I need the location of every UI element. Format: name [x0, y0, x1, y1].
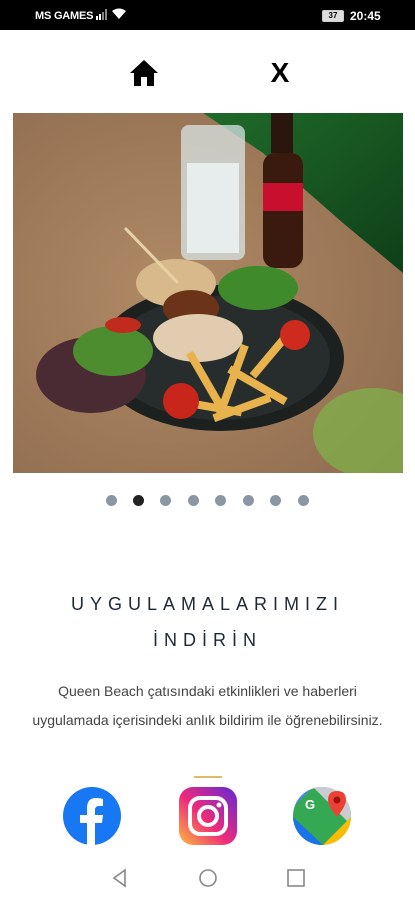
android-nav-bar [0, 860, 415, 900]
signal-icon [96, 9, 107, 20]
svg-text:G: G [305, 797, 315, 812]
google-maps-button[interactable]: G [293, 787, 351, 845]
carrier-name: MS GAMES [35, 10, 94, 22]
slider-dot-active[interactable] [133, 495, 144, 506]
recents-button[interactable] [284, 866, 308, 890]
instagram-button[interactable] [179, 787, 237, 845]
facebook-icon [63, 787, 121, 845]
home-icon [130, 60, 158, 86]
home-nav-button[interactable] [196, 866, 220, 890]
close-button[interactable]: X [262, 56, 298, 90]
facebook-button[interactable] [63, 787, 121, 845]
battery-icon: 37 [322, 10, 344, 22]
home-button[interactable] [128, 58, 160, 88]
back-button[interactable] [108, 866, 132, 890]
clock: 20:45 [350, 9, 381, 23]
slider-dot[interactable] [106, 495, 117, 506]
wifi-icon [112, 8, 126, 19]
square-recents-icon [287, 869, 305, 887]
slider-dot[interactable] [243, 495, 254, 506]
status-bar: MS GAMES 37 20:45 [0, 0, 415, 30]
slider-dot[interactable] [215, 495, 226, 506]
google-maps-icon: G [293, 787, 351, 845]
instagram-icon [179, 787, 237, 845]
food-photo [13, 113, 403, 473]
circle-home-icon [199, 869, 217, 887]
slider-dot[interactable] [160, 495, 171, 506]
divider [194, 776, 222, 778]
slider-dots [0, 495, 415, 509]
slider-dot[interactable] [298, 495, 309, 506]
image-slider[interactable] [13, 113, 403, 473]
back-icon [112, 868, 126, 888]
section-heading-line2: İNDİRİN [153, 630, 262, 650]
top-nav: X [0, 48, 415, 98]
section-description: Queen Beach çatısındaki etkinlikleri ve … [32, 683, 383, 728]
section-heading-line1: UYGULAMALARIMIZI [70, 594, 345, 614]
slider-dot[interactable] [270, 495, 281, 506]
slider-dot[interactable] [188, 495, 199, 506]
